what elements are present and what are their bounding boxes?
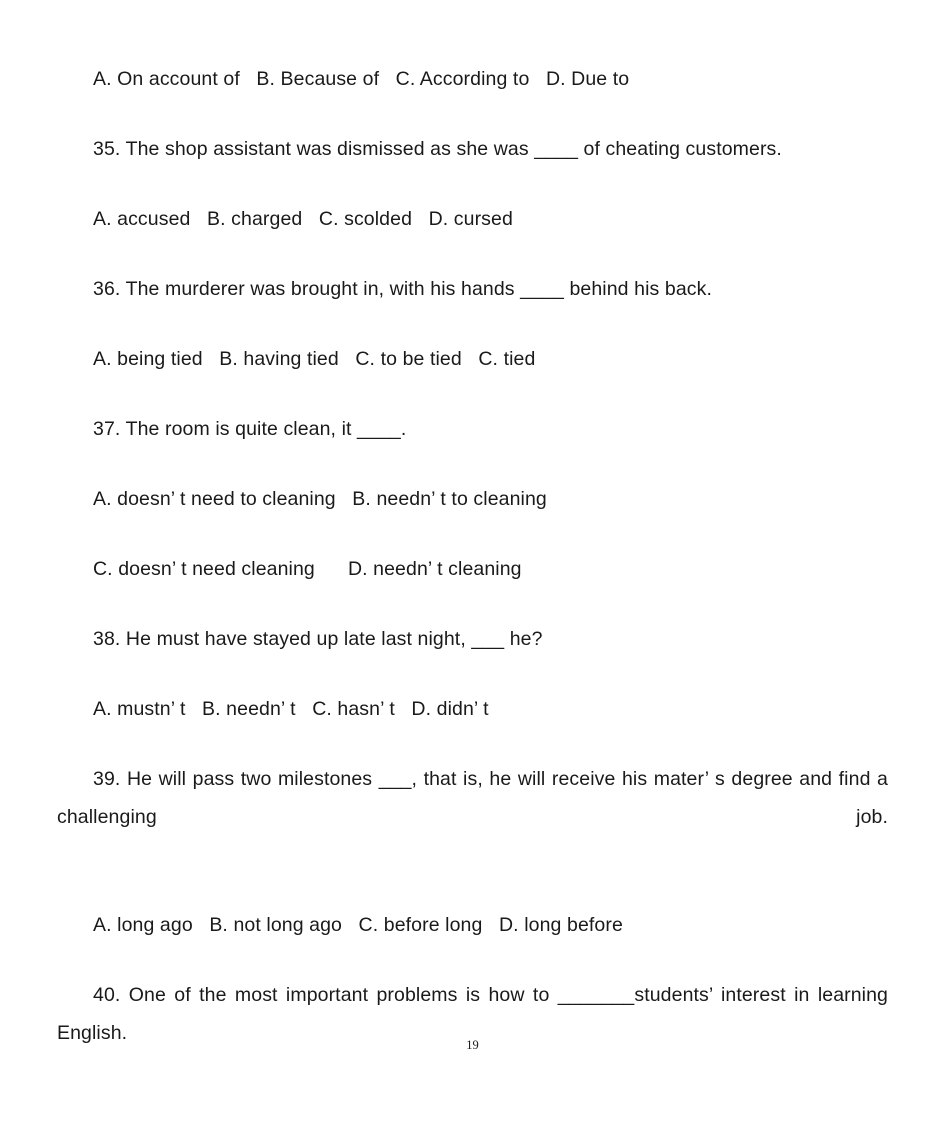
options-q36: A. being tied B. having tied C. to be ti… bbox=[93, 348, 536, 370]
page-content: A. On account of B. Because of C. Accord… bbox=[57, 60, 888, 1122]
document-page: A. On account of B. Because of C. Accord… bbox=[0, 0, 945, 1123]
options-q35: A. accused B. charged C. scolded D. curs… bbox=[93, 208, 513, 230]
question-36: 36. The murderer was brought in, with hi… bbox=[93, 278, 712, 300]
page-number: 19 bbox=[466, 1038, 479, 1052]
options-q37-line1: A. doesn’ t need to cleaning B. needn’ t… bbox=[93, 488, 547, 510]
options-q39: A. long ago B. not long ago C. before lo… bbox=[93, 914, 623, 936]
question-40: 40. One of the most important problems i… bbox=[57, 984, 888, 1044]
question-38: 38. He must have stayed up late last nig… bbox=[93, 628, 543, 650]
question-39: 39. He will pass two milestones ___, tha… bbox=[57, 768, 888, 828]
options-q37-line2: C. doesn’ t need cleaning D. needn’ t cl… bbox=[93, 558, 522, 580]
question-37: 37. The room is quite clean, it ____. bbox=[93, 418, 407, 440]
options-q34: A. On account of B. Because of C. Accord… bbox=[93, 68, 630, 90]
options-q38: A. mustn’ t B. needn’ t C. hasn’ t D. di… bbox=[93, 698, 489, 720]
question-35: 35. The shop assistant was dismissed as … bbox=[93, 138, 782, 160]
